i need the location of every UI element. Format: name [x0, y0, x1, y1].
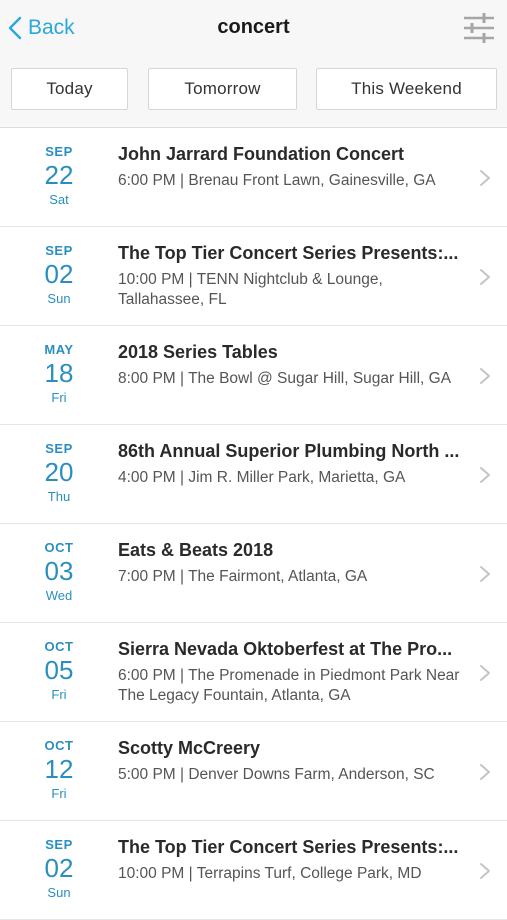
sliders-icon: [464, 13, 494, 43]
event-weekday: Fri: [51, 687, 67, 702]
page-title: concert: [217, 16, 290, 38]
event-info: The Top Tier Concert Series Presents:...…: [118, 837, 468, 884]
chevron-right-icon: [480, 863, 490, 879]
event-row[interactable]: OCT 12 Fri Scotty McCreery 5:00 PM | Den…: [0, 722, 507, 821]
chevron-right-icon: [480, 467, 490, 483]
event-name: John Jarrard Foundation Concert: [118, 144, 405, 164]
event-details: 8:00 PM | The Bowl @ Sugar Hill, Sugar H…: [118, 370, 452, 387]
event-date: SEP 02 Sun: [16, 837, 102, 900]
filter-this-weekend-button[interactable]: This Weekend: [316, 68, 497, 110]
event-name: The Top Tier Concert Series Presents:...: [118, 837, 459, 857]
event-info: 2018 Series Tables 8:00 PM | The Bowl @ …: [118, 342, 468, 389]
event-weekday: Thu: [47, 489, 71, 504]
event-date: OCT 12 Fri: [16, 738, 102, 801]
chevron-right-icon: [480, 764, 490, 780]
event-month: MAY: [44, 342, 74, 357]
chevron-right-icon: [480, 665, 490, 681]
event-weekday: Sat: [49, 192, 69, 207]
event-info: Eats & Beats 2018 7:00 PM | The Fairmont…: [118, 540, 468, 587]
event-details: 4:00 PM | Jim R. Miller Park, Marietta, …: [118, 469, 406, 486]
event-date: OCT 05 Fri: [16, 639, 102, 702]
event-day: 05: [44, 655, 74, 685]
event-weekday: Wed: [45, 588, 73, 603]
event-row[interactable]: SEP 02 Sun The Top Tier Concert Series P…: [0, 227, 507, 326]
event-month: OCT: [44, 738, 74, 753]
filter-tomorrow-button[interactable]: Tomorrow: [148, 68, 297, 110]
event-day: 02: [44, 259, 74, 289]
event-row[interactable]: SEP 22 Sat John Jarrard Foundation Conce…: [0, 128, 507, 227]
event-date: SEP 02 Sun: [16, 243, 102, 306]
event-info: John Jarrard Foundation Concert 6:00 PM …: [118, 144, 468, 191]
event-weekday: Fri: [51, 786, 67, 801]
event-row[interactable]: SEP 02 Sun The Top Tier Concert Series P…: [0, 821, 507, 920]
event-details: 6:00 PM | The Promenade in Piedmont Park…: [118, 667, 460, 704]
top-bar: Back concert: [0, 0, 507, 58]
event-day: 20: [44, 457, 74, 487]
event-name: The Top Tier Concert Series Presents:...: [118, 243, 459, 263]
event-month: SEP: [45, 243, 73, 258]
chevron-right-icon: [480, 368, 490, 384]
event-details: 7:00 PM | The Fairmont, Atlanta, GA: [118, 568, 368, 585]
event-row[interactable]: OCT 03 Wed Eats & Beats 2018 7:00 PM | T…: [0, 524, 507, 623]
event-month: OCT: [44, 639, 74, 654]
event-info: Scotty McCreery 5:00 PM | Denver Downs F…: [118, 738, 468, 785]
event-date: MAY 18 Fri: [16, 342, 102, 405]
filter-button[interactable]: [461, 10, 497, 46]
event-info: Sierra Nevada Oktoberfest at The Pro... …: [118, 639, 468, 706]
event-info: The Top Tier Concert Series Presents:...…: [118, 243, 468, 310]
event-details: 10:00 PM | Terrapins Turf, College Park,…: [118, 865, 422, 882]
event-name: Sierra Nevada Oktoberfest at The Pro...: [118, 639, 453, 659]
event-day: 03: [44, 556, 74, 586]
event-month: OCT: [44, 540, 74, 555]
event-name: 2018 Series Tables: [118, 342, 278, 362]
event-details: 5:00 PM | Denver Downs Farm, Anderson, S…: [118, 766, 435, 783]
event-date: SEP 22 Sat: [16, 144, 102, 207]
event-date: OCT 03 Wed: [16, 540, 102, 603]
event-month: SEP: [45, 144, 73, 159]
event-month: SEP: [45, 441, 73, 456]
filter-today-button[interactable]: Today: [11, 68, 128, 110]
event-row[interactable]: MAY 18 Fri 2018 Series Tables 8:00 PM | …: [0, 326, 507, 425]
event-details: 6:00 PM | Brenau Front Lawn, Gainesville…: [118, 172, 436, 189]
event-weekday: Sun: [47, 885, 71, 900]
event-name: Eats & Beats 2018: [118, 540, 274, 560]
event-day: 22: [44, 160, 74, 190]
event-info: 86th Annual Superior Plumbing North ... …: [118, 441, 468, 488]
event-date: SEP 20 Thu: [16, 441, 102, 504]
event-weekday: Fri: [51, 390, 67, 405]
event-list: SEP 22 Sat John Jarrard Foundation Conce…: [0, 128, 507, 920]
event-details: 10:00 PM | TENN Nightclub & Lounge, Tall…: [118, 271, 383, 308]
event-day: 12: [44, 754, 74, 784]
event-day: 02: [44, 853, 74, 883]
chevron-right-icon: [480, 269, 490, 285]
event-month: SEP: [45, 837, 73, 852]
event-name: Scotty McCreery: [118, 738, 261, 758]
event-weekday: Sun: [47, 291, 71, 306]
chevron-right-icon: [480, 170, 490, 186]
chevron-right-icon: [480, 566, 490, 582]
date-filter-bar: Today Tomorrow This Weekend: [0, 58, 507, 128]
event-row[interactable]: SEP 20 Thu 86th Annual Superior Plumbing…: [0, 425, 507, 524]
event-row[interactable]: OCT 05 Fri Sierra Nevada Oktoberfest at …: [0, 623, 507, 722]
event-name: 86th Annual Superior Plumbing North ...: [118, 441, 460, 461]
event-day: 18: [44, 358, 74, 388]
